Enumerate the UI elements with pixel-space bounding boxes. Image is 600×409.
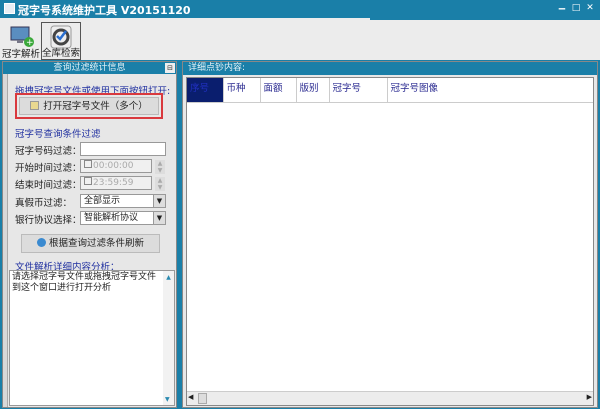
pin-icon[interactable]: ⊟: [165, 63, 175, 73]
start-time-label: 开始时间过滤：: [15, 163, 82, 174]
checkbox[interactable]: [84, 160, 92, 168]
monitor-add-icon: +: [10, 26, 34, 48]
toolbar-label: 冠字解析: [2, 49, 41, 60]
panel-title: 详细点钞内容:: [188, 63, 246, 73]
toolbar: + 冠字解析 全库检索: [0, 18, 600, 60]
start-time-input[interactable]: 00:00:00 ▲ ▼: [80, 159, 165, 174]
scroll-right-icon[interactable]: ▶: [587, 393, 592, 401]
toolbar-button-parse[interactable]: + 冠字解析: [2, 22, 40, 60]
file-icon: [30, 101, 40, 110]
minimize-icon[interactable]: ‒: [555, 2, 569, 15]
close-icon[interactable]: ✕: [583, 3, 597, 13]
panel-header: 查询过滤统计信息 ⊟: [3, 62, 176, 74]
scroll-up-icon[interactable]: ▲: [163, 274, 174, 281]
checkbox[interactable]: [84, 177, 92, 185]
open-files-button[interactable]: 打开冠字号文件（多个）: [19, 97, 159, 115]
column-header[interactable]: 版别: [296, 78, 330, 102]
filter-section-title: 冠字号查询条件过滤: [15, 129, 101, 140]
chevron-down-icon[interactable]: ▼: [153, 212, 165, 224]
column-header[interactable]: 冠字号图像: [387, 78, 593, 102]
analysis-textarea[interactable]: 请选择冠字号文件或拖拽冠字号文件到这个窗口进行打开分析 ▲ ▼: [9, 270, 175, 406]
refresh-button[interactable]: 根据查询过滤条件刷新: [21, 234, 160, 253]
window-title: 冠字号系统维护工具 V20151120: [18, 4, 191, 17]
start-time-value: 00:00:00: [93, 161, 134, 171]
vertical-scrollbar[interactable]: ▲ ▼: [163, 271, 174, 405]
panel-title: 查询过滤统计信息: [53, 63, 126, 73]
search-icon: [36, 238, 46, 247]
spinner[interactable]: ▲ ▼: [155, 177, 165, 191]
spinner[interactable]: ▲ ▼: [155, 160, 165, 174]
fake-filter-select[interactable]: 全部显示 ▼: [80, 194, 166, 208]
title-bar: 冠字号系统维护工具 V20151120 ‒ □ ✕: [0, 0, 600, 18]
query-filter-panel: 查询过滤统计信息 ⊟ 拖拽冠字号文件或使用下面按钮打开: 打开冠字号文件（多个）…: [2, 61, 177, 408]
end-time-label: 结束时间过滤：: [15, 180, 82, 191]
scroll-thumb[interactable]: [198, 393, 207, 404]
serial-filter-input[interactable]: [80, 142, 166, 156]
end-time-input[interactable]: 23:59:59 ▲ ▼: [80, 176, 165, 191]
column-header[interactable]: 冠字号: [329, 78, 388, 102]
maximize-icon[interactable]: □: [569, 3, 583, 13]
refresh-label: 根据查询过滤条件刷新: [48, 238, 144, 249]
bank-protocol-value: 智能解析协议: [84, 213, 139, 223]
detail-panel: 详细点钞内容: 序号 币种 面额 版别 冠字号 冠字号图像 ◀ ▶: [182, 61, 598, 408]
column-header[interactable]: 序号: [187, 78, 224, 102]
scroll-down-icon[interactable]: ▼: [165, 396, 170, 403]
panel-header: 详细点钞内容:: [183, 62, 597, 75]
detail-table: 序号 币种 面额 版别 冠字号 冠字号图像 ◀ ▶: [186, 77, 594, 406]
horizontal-scrollbar[interactable]: ◀ ▶: [187, 391, 593, 405]
fake-filter-value: 全部显示: [84, 196, 121, 206]
chevron-down-icon[interactable]: ▼: [153, 195, 165, 207]
toolbar-button-search[interactable]: 全库检索: [41, 22, 81, 60]
end-time-value: 23:59:59: [93, 178, 134, 188]
serial-filter-label: 冠字号码过滤：: [15, 146, 82, 157]
open-button-highlight: 打开冠字号文件（多个）: [15, 93, 163, 119]
table-header: 序号 币种 面额 版别 冠字号 冠字号图像: [187, 78, 593, 103]
splitter-handle[interactable]: [3, 74, 8, 407]
fake-filter-label: 真假币过滤：: [15, 198, 73, 209]
toolbar-label: 全库检索: [42, 48, 81, 59]
bank-protocol-select[interactable]: 智能解析协议 ▼: [80, 211, 166, 225]
column-header[interactable]: 面额: [260, 78, 297, 102]
open-files-label: 打开冠字号文件（多个）: [43, 101, 148, 112]
column-header[interactable]: 币种: [223, 78, 261, 102]
bank-protocol-label: 银行协议选择：: [15, 215, 82, 226]
scroll-left-icon[interactable]: ◀: [188, 393, 193, 401]
app-icon: [4, 3, 15, 14]
analysis-text: 请选择冠字号文件或拖拽冠字号文件到这个窗口进行打开分析: [12, 272, 157, 293]
